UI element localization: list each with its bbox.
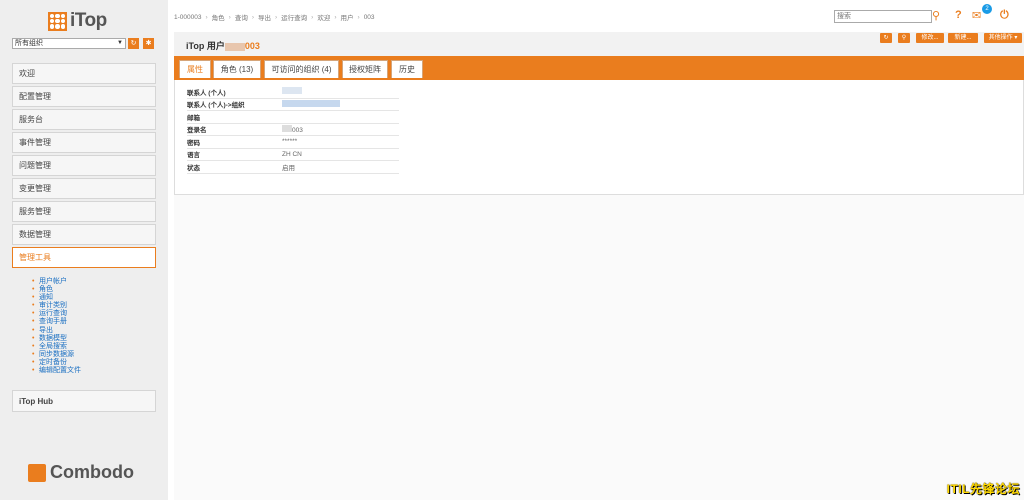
sidebar-item-welcome[interactable]: 欢迎 xyxy=(12,63,156,84)
page-header: iTop 用户 003 ↻ ⚲ 修改... 新建... 其他操作 ▾ xyxy=(174,32,1024,56)
submenu-item-user-accounts[interactable]: 用户帐户 xyxy=(32,278,156,286)
sidebar-item-config[interactable]: 配置管理 xyxy=(12,86,156,107)
search-icon[interactable]: ⚲ xyxy=(932,9,940,22)
breadcrumb-item[interactable]: 查询 xyxy=(235,12,248,22)
sidebar-item-problem[interactable]: 问题管理 xyxy=(12,155,156,176)
search-input[interactable]: 搜索 xyxy=(834,10,932,23)
notification-badge: 2 xyxy=(982,4,992,14)
property-row: 联系人 (个人) xyxy=(187,86,399,99)
submenu-item-roles[interactable]: 角色 xyxy=(32,286,156,294)
itop-logo[interactable]: iTop xyxy=(48,10,107,32)
property-row: 语言 ZH CN xyxy=(187,149,399,161)
breadcrumb-item[interactable]: 1-000003 xyxy=(174,14,201,21)
tab-history[interactable]: 历史 xyxy=(391,60,423,78)
org-refresh-button[interactable]: ↻ xyxy=(128,38,139,49)
watermark: ITIL先锋论坛 xyxy=(946,482,1020,496)
tab-roles[interactable]: 角色 (13) xyxy=(213,60,261,78)
property-row: 登录名 003 xyxy=(187,124,399,136)
combodo-logo-icon xyxy=(28,463,46,482)
submenu-item-query-book[interactable]: 查询手册 xyxy=(32,318,156,326)
sidebar-item-data[interactable]: 数据管理 xyxy=(12,224,156,245)
combodo-logo: Combodo xyxy=(28,462,134,483)
breadcrumb-item[interactable]: 欢迎 xyxy=(317,12,330,22)
sidebar-item-service-desk[interactable]: 服务台 xyxy=(12,109,156,130)
submenu-item-edit-config[interactable]: 编辑配置文件 xyxy=(32,367,156,375)
property-row: 状态 启用 xyxy=(187,161,399,174)
tab-properties[interactable]: 属性 xyxy=(179,60,211,78)
modify-button[interactable]: 修改... xyxy=(916,33,944,43)
power-icon[interactable]: ⏻ xyxy=(1000,9,1009,22)
sidebar-item-incident[interactable]: 事件管理 xyxy=(12,132,156,153)
sidebar-item-service[interactable]: 服务管理 xyxy=(12,201,156,222)
sidebar-item-change[interactable]: 变更管理 xyxy=(12,178,156,199)
page-title: iTop 用户 003 xyxy=(186,41,260,51)
submenu-item-export[interactable]: 导出 xyxy=(32,327,156,335)
org-filter-button[interactable]: ✱ xyxy=(143,38,154,49)
new-button[interactable]: 新建... xyxy=(948,33,978,43)
submenu-item-global-search[interactable]: 全局搜索 xyxy=(32,343,156,351)
sidebar-item-itop-hub[interactable]: iTop Hub xyxy=(12,390,156,412)
submenu-item-datamodel[interactable]: 数据模型 xyxy=(32,335,156,343)
breadcrumb-item[interactable]: 用户 xyxy=(341,12,354,22)
breadcrumb-item[interactable]: 导出 xyxy=(258,12,271,22)
sidebar-item-admin-tools[interactable]: 管理工具 xyxy=(12,247,156,268)
submenu-item-sync-source[interactable]: 同步数据源 xyxy=(32,351,156,359)
admin-submenu: 用户帐户 角色 通知 审计类别 运行查询 查询手册 导出 数据模型 全局搜索 同… xyxy=(12,270,156,390)
breadcrumb-item[interactable]: 角色 xyxy=(212,12,225,22)
breadcrumb-item[interactable]: 运行查询 xyxy=(281,12,307,22)
search-button[interactable]: ⚲ xyxy=(898,33,910,43)
properties-table: 联系人 (个人) 联系人 (个人)->组织 邮箱 登录名 003 密码 ****… xyxy=(187,86,399,174)
property-row: 邮箱 xyxy=(187,111,399,124)
property-row: 联系人 (个人)->组织 xyxy=(187,99,399,111)
org-select[interactable]: 所有组织 ▼ xyxy=(12,38,126,49)
page-background xyxy=(174,195,1024,500)
property-row: 密码 ****** xyxy=(187,136,399,149)
notifications-icon[interactable]: ✉ xyxy=(972,9,981,22)
tab-allowed-orgs[interactable]: 可访问的组织 (4) xyxy=(264,60,339,78)
refresh-button[interactable]: ↻ xyxy=(880,33,892,43)
other-actions-button[interactable]: 其他操作 ▾ xyxy=(984,33,1022,43)
tabs-bar: 属性 角色 (13) 可访问的组织 (4) 授权矩阵 历史 xyxy=(174,56,1024,80)
breadcrumb: 1-000003 › 角色 › 查询 › 导出 › 运行查询 › 欢迎 › 用户 › 003 xyxy=(174,12,375,23)
itop-logo-icon xyxy=(48,11,67,31)
chevron-down-icon: ▼ xyxy=(117,40,123,46)
help-icon[interactable]: ? xyxy=(955,9,962,21)
sidebar: iTop 所有组织 ▼ ↻ ✱ 欢迎 配置管理 服务台 事件管理 问题管理 变更管… xyxy=(0,0,168,500)
properties-panel: 联系人 (个人) 联系人 (个人)->组织 邮箱 登录名 003 密码 ****… xyxy=(174,80,1024,195)
breadcrumb-item[interactable]: 003 xyxy=(364,14,375,21)
tab-auth-matrix[interactable]: 授权矩阵 xyxy=(342,60,388,78)
sidebar-menu: 欢迎 配置管理 服务台 事件管理 问题管理 变更管理 服务管理 数据管理 管理工… xyxy=(12,63,156,390)
submenu-item-backup[interactable]: 定时备份 xyxy=(32,359,156,367)
